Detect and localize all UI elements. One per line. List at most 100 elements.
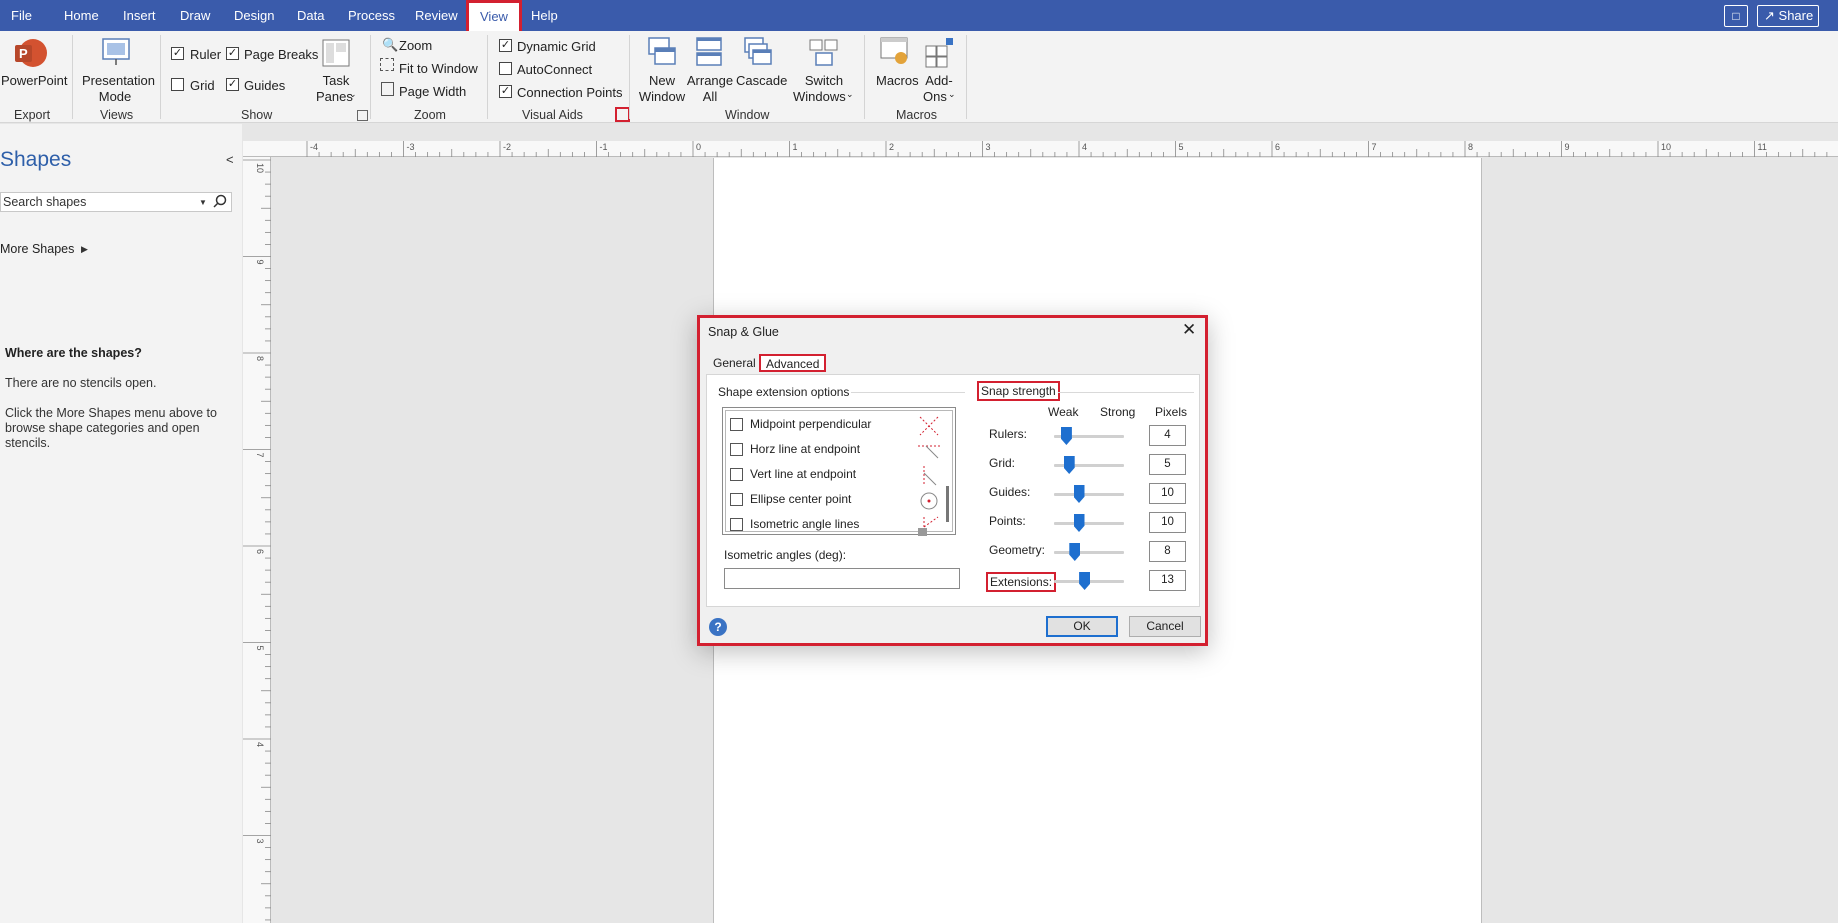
isometric-angles-input[interactable] — [724, 568, 960, 589]
horz-line-icon — [918, 445, 940, 459]
macros-label: Macros — [876, 73, 919, 88]
slider-label: Points: — [989, 514, 1026, 528]
vertical-ruler-ticks: 10 9 8 7 6 5 4 3 — [243, 159, 271, 921]
guides-label: Guides — [244, 78, 286, 93]
new-window-label-2: Window — [638, 89, 686, 104]
search-shapes-placeholder: Search shapes — [3, 195, 87, 209]
comment-icon[interactable]: □ — [1724, 5, 1748, 27]
slider-pixels-input[interactable]: 8 — [1149, 541, 1186, 562]
ruler-label: 3 — [986, 142, 991, 152]
horizontal-ruler[interactable]: -4 -3 -2 -1 0 1 2 3 4 5 6 7 8 9 10 11 — [243, 141, 1838, 157]
menu-help[interactable]: Help — [531, 0, 558, 31]
ruler-label: 11 — [1758, 142, 1767, 152]
ribbon: P PowerPoint Export Presentation Mode Vi… — [0, 31, 1838, 123]
ruler-label: -2 — [503, 142, 511, 152]
checkbox[interactable] — [730, 518, 743, 531]
menu-process[interactable]: Process — [348, 0, 395, 31]
menu-file[interactable]: File — [11, 0, 32, 31]
add-ons-icon — [925, 38, 953, 68]
menu-design[interactable]: Design — [234, 0, 274, 31]
horizontal-ruler-ticks: -4 -3 -2 -1 0 1 2 3 4 5 6 7 8 9 10 11 — [306, 141, 1828, 157]
slider-pixels-input[interactable]: 4 — [1149, 425, 1186, 446]
ruler-label: 10 — [1661, 142, 1671, 152]
slider-label: Extensions: — [986, 572, 1057, 592]
close-icon[interactable]: ✕ — [1182, 320, 1196, 340]
ruler-label: 4 — [255, 742, 265, 747]
connection-points-check-icon: ✓ — [499, 85, 512, 98]
autoconnect-label: AutoConnect — [517, 62, 593, 77]
menu-home[interactable]: Home — [64, 0, 99, 31]
separator — [864, 35, 865, 119]
checkbox[interactable] — [730, 468, 743, 481]
separator — [629, 35, 630, 119]
menu-view[interactable]: View — [466, 0, 522, 31]
switch-windows-chevron-icon: ⌄ — [846, 89, 854, 99]
slider-track[interactable] — [1054, 551, 1124, 554]
menu-insert[interactable]: Insert — [123, 0, 156, 31]
slider-pixels-input[interactable]: 13 — [1149, 570, 1186, 591]
collapse-panel-icon[interactable]: < — [226, 152, 234, 167]
more-shapes-arrow-icon[interactable]: ▶ — [81, 244, 88, 255]
cascade-label: Cascade — [736, 73, 788, 88]
add-ons-chevron-icon: ⌄ — [948, 89, 956, 99]
no-stencils-text: There are no stencils open. — [5, 376, 157, 390]
cancel-button[interactable]: Cancel — [1129, 616, 1201, 637]
help-icon[interactable]: ? — [709, 618, 727, 636]
ruler-label: Ruler — [190, 47, 222, 62]
task-panes-chevron-icon: ⌄ — [349, 89, 357, 99]
presentation-icon — [102, 38, 130, 65]
presentation-label-1: Presentation — [82, 73, 155, 88]
checkbox[interactable] — [730, 418, 743, 431]
ruler-label: 5 — [255, 646, 265, 651]
menu-review[interactable]: Review — [415, 0, 458, 31]
ruler-label: 0 — [696, 142, 701, 152]
visual-aids-launcher-icon[interactable] — [615, 107, 630, 122]
search-dropdown-icon[interactable]: ▼ — [199, 198, 207, 207]
tab-general[interactable]: General — [713, 356, 756, 370]
shapes-panel-title: Shapes — [0, 148, 72, 171]
macros-icon — [880, 37, 908, 64]
slider-track[interactable] — [1054, 522, 1124, 525]
menu-data[interactable]: Data — [297, 0, 324, 31]
ruler-label: 7 — [255, 453, 265, 458]
tab-advanced[interactable]: Advanced — [759, 354, 827, 372]
ok-button[interactable]: OK — [1046, 616, 1118, 637]
show-launcher-icon[interactable] — [357, 110, 368, 121]
share-button[interactable]: ↗ Share — [1757, 5, 1819, 27]
group-label-zoom: Zoom — [414, 108, 446, 122]
zoom-icon: 🔍 — [382, 37, 399, 52]
slider-pixels-input[interactable]: 10 — [1149, 512, 1186, 533]
group-label-visual-aids: Visual Aids — [522, 108, 583, 122]
extension-options-list[interactable]: Midpoint perpendicular Horz line at endp… — [722, 407, 956, 536]
dynamic-grid-label: Dynamic Grid — [517, 39, 596, 54]
add-ons-label-2: Ons — [923, 89, 947, 104]
slider-pixels-input[interactable]: 10 — [1149, 483, 1186, 504]
presentation-label-2: Mode — [98, 89, 132, 104]
menu-draw[interactable]: Draw — [180, 0, 210, 31]
checkbox[interactable] — [730, 493, 743, 506]
slider-pixels-input[interactable]: 5 — [1149, 454, 1186, 475]
list-item-label: Ellipse center point — [750, 492, 852, 506]
more-shapes-menu[interactable]: More Shapes — [0, 242, 74, 256]
powerpoint-label: PowerPoint — [1, 73, 68, 88]
list-scrollbar[interactable] — [946, 486, 949, 522]
slider-track[interactable] — [1054, 493, 1124, 496]
new-window-icon — [648, 37, 676, 65]
checkbox[interactable] — [730, 443, 743, 456]
group-label-export: Export — [14, 108, 51, 122]
switch-windows-label-1: Switch — [804, 73, 844, 88]
separator — [851, 392, 965, 393]
ruler-label: 9 — [1565, 142, 1570, 152]
cascade-icon — [744, 37, 772, 65]
ruler-label: 2 — [889, 142, 894, 152]
slider-label: Rulers: — [989, 427, 1028, 441]
search-shapes-input[interactable]: Search shapes — [0, 192, 232, 212]
snap-glue-dialog: Snap & Glue ✕ General Advanced Shape ext… — [697, 315, 1208, 646]
search-icon[interactable] — [213, 194, 227, 208]
list-item-label: Midpoint perpendicular — [750, 417, 872, 431]
svg-text:P: P — [19, 46, 28, 61]
autoconnect-check-icon — [499, 62, 512, 75]
ruler-label: -1 — [600, 142, 608, 152]
ruler-gap — [243, 124, 1838, 141]
vertical-ruler[interactable]: 10 9 8 7 6 5 4 3 — [243, 157, 271, 923]
